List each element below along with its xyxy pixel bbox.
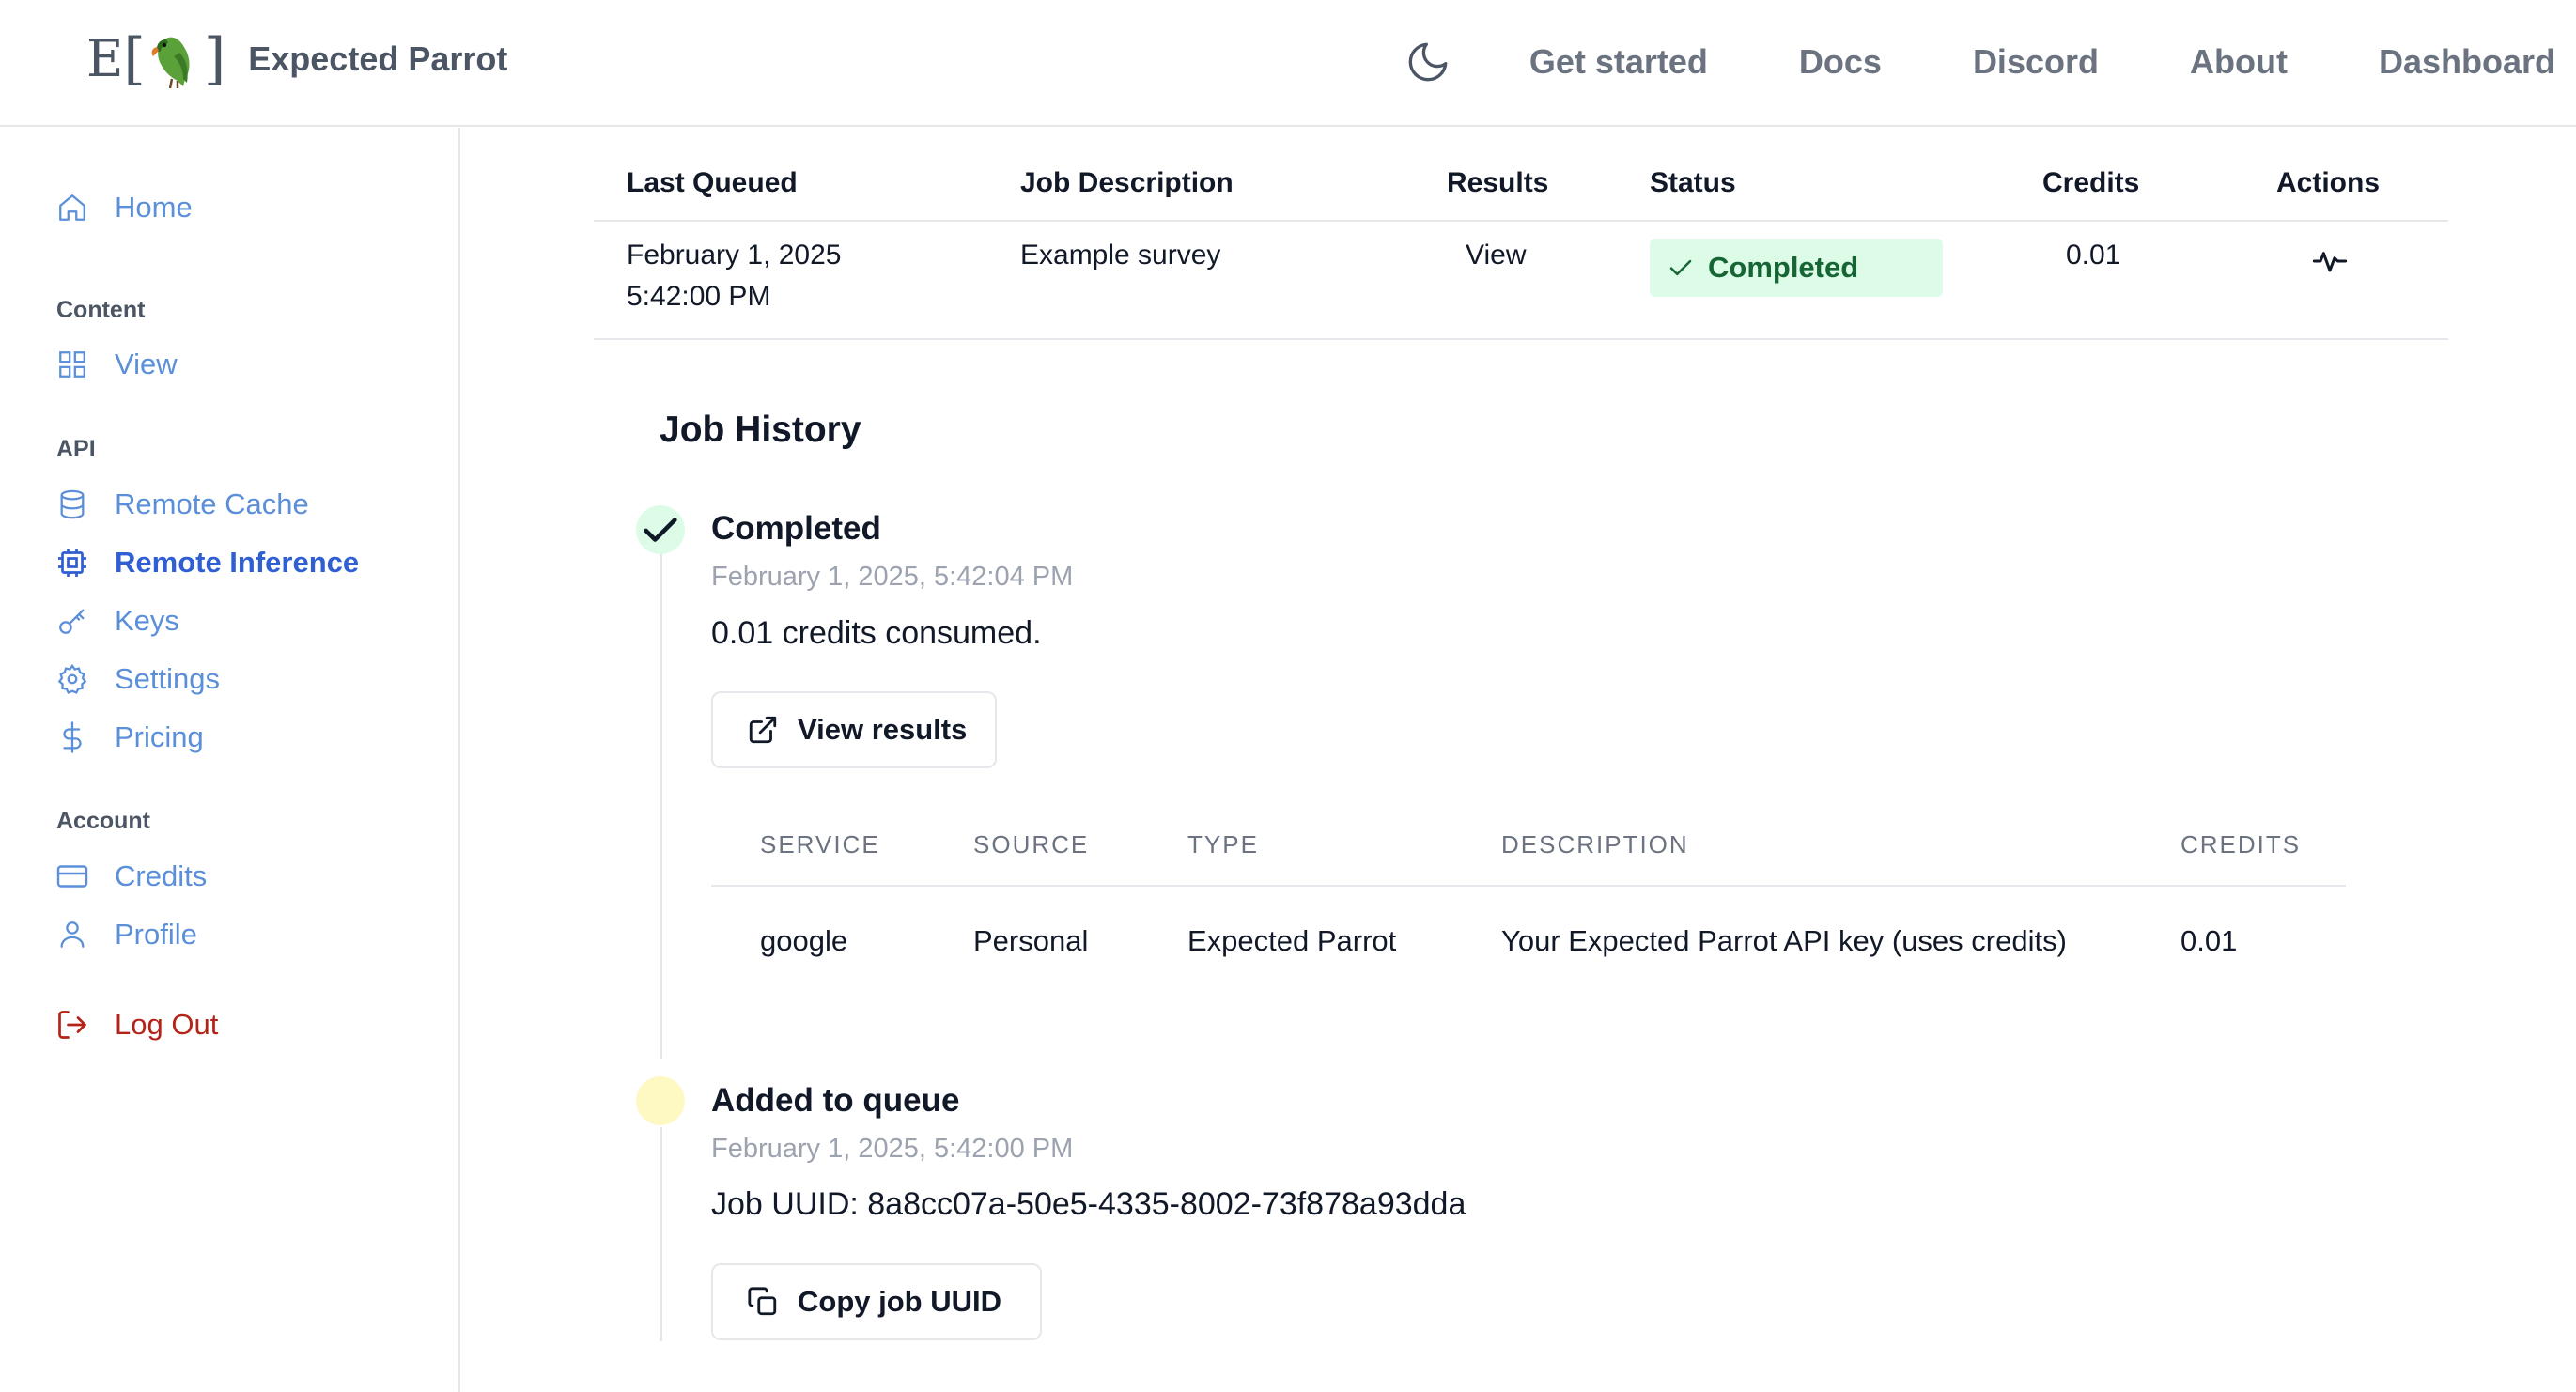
sidebar-label-home: Home	[115, 191, 193, 224]
logo-letter: E	[86, 29, 124, 88]
nav-about[interactable]: About	[2190, 42, 2288, 82]
job-description: Example survey	[1020, 240, 1221, 271]
sidebar-item-pricing[interactable]: Pricing	[54, 714, 204, 761]
credits-consumed-text: 0.01 credits consumed.	[711, 615, 1042, 651]
nav-dashboard[interactable]: Dashboard	[2379, 42, 2555, 82]
gear-icon	[54, 661, 90, 697]
home-icon	[54, 190, 90, 225]
nav-get-started[interactable]: Get started	[1529, 42, 1708, 82]
database-icon	[54, 487, 90, 522]
user-icon	[54, 917, 90, 952]
top-navigation: Get started Docs Discord About Dashboard	[1404, 0, 2576, 124]
view-results-label: View results	[798, 713, 968, 746]
queued-date: February 1, 2025	[627, 240, 842, 271]
parrot-icon	[151, 37, 190, 89]
sidebar-item-profile[interactable]: Profile	[54, 911, 197, 958]
table-row[interactable]: February 1, 2025 5:42:00 PM Example surv…	[594, 222, 2448, 340]
credit-card-icon	[54, 858, 90, 894]
cell-description: Your Expected Parrot API key (uses credi…	[1501, 924, 2067, 957]
cpu-chip-icon	[54, 545, 90, 580]
sidebar-label-remote-cache: Remote Cache	[115, 487, 309, 520]
completed-dot	[636, 505, 685, 554]
grid-icon	[54, 347, 90, 382]
job-credits: 0.01	[2066, 240, 2121, 271]
logo-bracket-left: [	[123, 26, 146, 92]
timeline-line	[660, 554, 662, 1059]
column-credits: CREDITS	[2180, 830, 2302, 858]
column-description: DESCRIPTION	[1501, 830, 1689, 858]
moon-icon	[1408, 42, 1448, 82]
column-status: Status	[1650, 167, 1736, 198]
dollar-icon	[54, 719, 90, 755]
column-last-queued: Last Queued	[627, 167, 798, 198]
column-source: SOURCE	[973, 830, 1090, 858]
sidebar-item-remote-cache[interactable]: Remote Cache	[54, 481, 309, 528]
external-link-icon	[749, 716, 777, 744]
copy-icon	[748, 1287, 777, 1316]
cell-credits: 0.01	[2180, 924, 2238, 957]
sidebar-item-remote-inference[interactable]: Remote Inference	[54, 539, 359, 586]
top-header: E [ ] Expected Parrot Get started Docs D…	[0, 0, 2576, 127]
event-time-completed: February 1, 2025, 5:42:04 PM	[711, 562, 1074, 592]
nav-discord[interactable]: Discord	[1973, 42, 2099, 82]
sidebar-item-settings[interactable]: Settings	[54, 656, 220, 703]
jobs-table-header: Last Queued Job Description Results Stat…	[594, 141, 2448, 222]
column-credits: Credits	[2042, 167, 2140, 198]
view-results-button[interactable]: View results	[711, 691, 997, 768]
copy-job-uuid-label: Copy job UUID	[798, 1285, 1001, 1318]
sidebar-label-settings: Settings	[115, 662, 221, 695]
nav-docs[interactable]: Docs	[1799, 42, 1882, 82]
sidebar-item-home[interactable]: Home	[54, 184, 193, 231]
cell-source: Personal	[973, 924, 1089, 957]
cell-service: google	[760, 924, 848, 957]
credits-table-header: SERVICE SOURCE TYPE DESCRIPTION CREDITS	[711, 808, 2346, 887]
column-job-description: Job Description	[1020, 167, 1234, 198]
column-service: SERVICE	[760, 830, 880, 858]
sidebar-label-pricing: Pricing	[115, 720, 204, 753]
status-badge: Completed	[1650, 239, 1943, 297]
sidebar-heading-content: Content	[56, 297, 146, 323]
column-results: Results	[1447, 167, 1549, 198]
key-icon	[54, 603, 90, 639]
event-title-completed: Completed	[711, 510, 881, 547]
event-title-queued: Added to queue	[711, 1082, 960, 1119]
sidebar-item-keys[interactable]: Keys	[54, 597, 179, 644]
activity-icon[interactable]	[2311, 242, 2349, 280]
logo-bracket-right: ]	[203, 26, 226, 92]
sidebar-label-view: View	[115, 348, 178, 380]
column-type: TYPE	[1187, 830, 1259, 858]
dark-mode-toggle[interactable]	[1404, 38, 1452, 86]
sidebar-item-view[interactable]: View	[54, 341, 178, 388]
sidebar: Home Content View API Remote Cache Remot…	[0, 128, 460, 1392]
sidebar-label-credits: Credits	[115, 859, 208, 892]
queued-dot	[636, 1076, 685, 1125]
sidebar-item-credits[interactable]: Credits	[54, 853, 207, 900]
logout-icon	[54, 1007, 90, 1043]
check-icon	[644, 518, 677, 542]
job-uuid-text: Job UUID: 8a8cc07a-50e5-4335-8002-73f878…	[711, 1186, 1466, 1222]
check-icon	[1669, 259, 1692, 276]
status-text: Completed	[1708, 251, 1859, 284]
copy-job-uuid-button[interactable]: Copy job UUID	[711, 1263, 1042, 1340]
sidebar-label-remote-inference: Remote Inference	[115, 546, 360, 579]
brand-logo-link[interactable]: E [ ] Expected Parrot	[86, 26, 507, 92]
event-time-queued: February 1, 2025, 5:42:00 PM	[711, 1134, 1074, 1164]
brand-name: Expected Parrot	[248, 39, 508, 78]
job-history-title: Job History	[660, 410, 861, 450]
timeline-line	[660, 1127, 662, 1341]
sidebar-heading-api: API	[56, 436, 96, 462]
sidebar-label-keys: Keys	[115, 604, 179, 637]
sidebar-heading-account: Account	[56, 808, 150, 834]
cell-type: Expected Parrot	[1187, 924, 1397, 957]
sidebar-label-profile: Profile	[115, 918, 197, 951]
sidebar-item-logout[interactable]: Log Out	[54, 1001, 218, 1048]
expected-parrot-logo: E [ ]	[86, 26, 225, 92]
sidebar-label-logout: Log Out	[115, 1008, 219, 1041]
column-actions: Actions	[2276, 167, 2381, 198]
results-view-link[interactable]: View	[1466, 235, 1526, 276]
queued-time: 5:42:00 PM	[627, 281, 771, 312]
